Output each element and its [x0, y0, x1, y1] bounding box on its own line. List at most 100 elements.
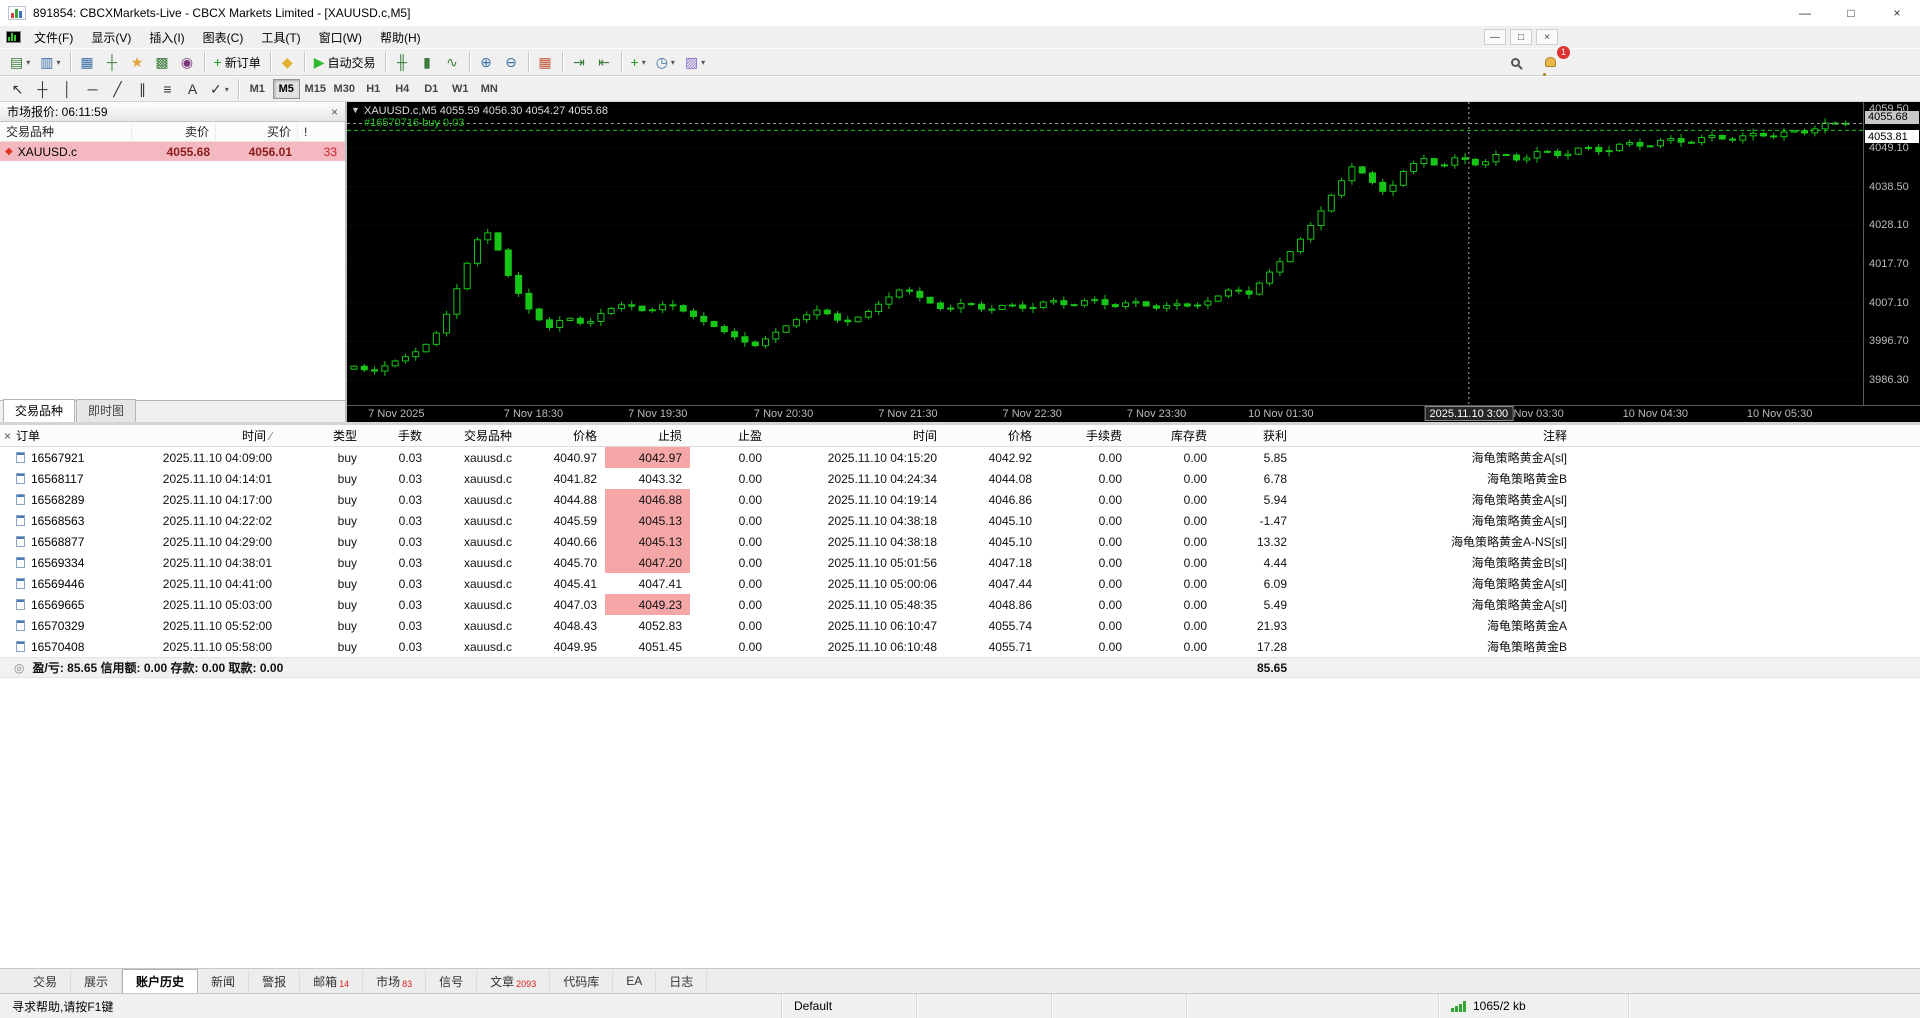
column-header-11[interactable]: 库存费 — [1130, 425, 1215, 446]
zoom-in-button[interactable]: ⊕ — [474, 51, 499, 74]
templates-button[interactable]: ▨ ▾ — [680, 51, 710, 74]
column-header-7[interactable]: 止盈 — [690, 425, 770, 446]
status-profile[interactable]: Default — [782, 994, 917, 1018]
column-header-6[interactable]: 止损 — [605, 425, 690, 446]
search-button[interactable] — [1503, 51, 1528, 74]
bar-chart-mode-button[interactable]: ╫ — [390, 51, 415, 74]
column-header-1[interactable]: 时间 ∕ — [115, 425, 280, 446]
timeframe-D1[interactable]: D1 — [418, 79, 445, 99]
new-order-button[interactable]: + 新订单 — [209, 51, 266, 74]
tab-market[interactable]: 市场 83 — [363, 969, 427, 993]
vertical-line-tool-button[interactable]: │ — [55, 78, 80, 101]
timeframe-M15[interactable]: M15 — [302, 79, 329, 99]
order-row[interactable]: 16568117 2025.11.10 04:14:01 buy 0.03 xauusd… — [0, 468, 1920, 489]
market-watch-toggle-button[interactable]: ▦ — [75, 51, 100, 74]
column-header-10[interactable]: 手续费 — [1040, 425, 1130, 446]
timeframe-M5[interactable]: M5 — [272, 79, 300, 99]
market-watch-close-icon[interactable]: × — [331, 105, 338, 119]
order-row[interactable]: 16568289 2025.11.10 04:17:00 buy 0.03 xauusd… — [0, 489, 1920, 510]
timeframe-MN[interactable]: MN — [476, 79, 503, 99]
order-row[interactable]: 16569334 2025.11.10 04:38:01 buy 0.03 xauusd… — [0, 552, 1920, 573]
tab-codebase[interactable]: 代码库 — [550, 969, 614, 993]
cursor-tool-button[interactable]: ↖ — [5, 78, 30, 101]
market-watch-row[interactable]: ◆ XAUUSD.c 4055.68 4056.01 33 — [0, 142, 345, 161]
order-row[interactable]: 16568877 2025.11.10 04:29:00 buy 0.03 xauusd… — [0, 531, 1920, 552]
tab-ea[interactable]: EA — [613, 971, 657, 991]
tab-mailbox[interactable]: 邮箱 14 — [300, 969, 364, 993]
line-chart-mode-button[interactable]: ∿ — [440, 51, 465, 74]
menu-file[interactable]: 文件(F) — [25, 26, 82, 49]
arrows-tool-button[interactable]: ✓ ▾ — [205, 78, 234, 101]
strategy-tester-toggle-button[interactable]: ◉ — [175, 51, 200, 74]
crosshair-tool-button[interactable]: ┼ — [30, 78, 55, 101]
candlestick-mode-button[interactable]: ▮ — [415, 51, 440, 74]
column-header-3[interactable]: 手数 — [365, 425, 430, 446]
column-header-9[interactable]: 价格 — [945, 425, 1040, 446]
order-row[interactable]: 16568563 2025.11.10 04:22:02 buy 0.03 xauusd… — [0, 510, 1920, 531]
price-chart[interactable]: 4059.50 4049.10 4038.50 4028.10 4017.70 4007.… — [347, 102, 1920, 422]
minimize-button[interactable]: — — [1782, 0, 1828, 26]
autotrading-button[interactable]: ▶ 自动交易 — [309, 51, 381, 74]
timeframe-M30[interactable]: M30 — [331, 79, 358, 99]
tab-signals[interactable]: 信号 — [426, 969, 478, 993]
menu-window[interactable]: 窗口(W) — [310, 26, 371, 49]
timeframe-H1[interactable]: H1 — [360, 79, 387, 99]
status-connection[interactable]: 1065/2 kb — [1439, 994, 1629, 1018]
auto-scroll-button[interactable]: ⇥ — [567, 51, 592, 74]
data-window-toggle-button[interactable]: ┼ — [100, 51, 125, 74]
chart-restore-button[interactable]: □ — [1510, 29, 1532, 45]
column-header-8[interactable]: 时间 — [770, 425, 945, 446]
close-button[interactable]: × — [1874, 0, 1920, 26]
maximize-button[interactable]: □ — [1828, 0, 1874, 26]
chart-minimize-button[interactable]: — — [1484, 29, 1506, 45]
order-row[interactable]: 16570329 2025.11.10 05:52:00 buy 0.03 xauusd… — [0, 615, 1920, 636]
price-axis[interactable]: 4059.50 4049.10 4038.50 4028.10 4017.70 4007.… — [1863, 102, 1920, 405]
chart-shift-button[interactable]: ⇤ — [592, 51, 617, 74]
navigator-toggle-button[interactable]: ★ — [125, 51, 150, 74]
tab-journal[interactable]: 日志 — [656, 969, 708, 993]
menu-insert[interactable]: 插入(I) — [140, 26, 193, 49]
timeframe-W1[interactable]: W1 — [447, 79, 474, 99]
profiles-button[interactable]: ▥ ▾ — [35, 51, 65, 74]
tile-windows-button[interactable]: ▦ — [533, 51, 558, 74]
time-axis[interactable]: 7 Nov 2025 7 Nov 18:30 7 Nov 19:30 7 Nov 20… — [347, 405, 1920, 422]
tab-articles[interactable]: 文章 2093 — [477, 969, 551, 993]
tab-account-history[interactable]: 账户历史 — [122, 968, 199, 994]
timeframe-M1[interactable]: M1 — [244, 79, 271, 99]
zoom-out-button[interactable]: ⊖ — [499, 51, 524, 74]
column-header-5[interactable]: 价格 — [520, 425, 605, 446]
menu-view[interactable]: 显示(V) — [82, 26, 140, 49]
column-header-13[interactable]: 注释 — [1295, 425, 1575, 446]
notifications-button[interactable]: 1 — [1538, 45, 1570, 74]
tab-exposure[interactable]: 展示 — [71, 969, 123, 993]
terminal-toggle-button[interactable]: ▩ — [150, 51, 175, 74]
order-row[interactable]: 16567921 2025.11.10 04:09:00 buy 0.03 xauusd… — [0, 447, 1920, 468]
channel-tool-button[interactable]: ∥ — [130, 78, 155, 101]
column-header-4[interactable]: 交易品种 — [430, 425, 520, 446]
column-header-12[interactable]: 获利 — [1215, 425, 1295, 446]
horizontal-line-tool-button[interactable]: ─ — [80, 78, 105, 101]
new-chart-button[interactable]: ▤ ▾ — [5, 51, 35, 74]
tab-trade[interactable]: 交易 — [20, 969, 72, 993]
tab-news[interactable]: 新闻 — [198, 969, 250, 993]
menu-tools[interactable]: 工具(T) — [252, 26, 309, 49]
one-click-trading-toggle[interactable]: ▼ — [351, 105, 360, 115]
fibonacci-tool-button[interactable]: ≡ — [155, 78, 180, 101]
terminal-close-icon[interactable]: × — [4, 429, 11, 443]
metaeditor-button[interactable]: ◆ — [275, 51, 300, 74]
chart-window-icon[interactable] — [6, 31, 21, 43]
timeframe-H4[interactable]: H4 — [389, 79, 416, 99]
tab-alerts[interactable]: 警报 — [249, 969, 301, 993]
menu-help[interactable]: 帮助(H) — [371, 26, 430, 49]
order-row[interactable]: 16569665 2025.11.10 05:03:00 buy 0.03 xauusd… — [0, 594, 1920, 615]
candlestick-plot[interactable] — [347, 102, 1863, 405]
column-header-2[interactable]: 类型 — [280, 425, 365, 446]
order-row[interactable]: 16569446 2025.11.10 04:41:00 buy 0.03 xauusd… — [0, 573, 1920, 594]
trendline-tool-button[interactable]: ╱ — [105, 78, 130, 101]
menu-charts[interactable]: 图表(C) — [194, 26, 253, 49]
text-tool-button[interactable]: A — [180, 78, 205, 101]
chart-close-button[interactable]: × — [1536, 29, 1558, 45]
mw-tab-tick-chart[interactable]: 即时图 — [76, 399, 137, 422]
order-row[interactable]: 16570408 2025.11.10 05:58:00 buy 0.03 xauusd… — [0, 636, 1920, 657]
mw-tab-symbols[interactable]: 交易品种 — [3, 399, 76, 422]
